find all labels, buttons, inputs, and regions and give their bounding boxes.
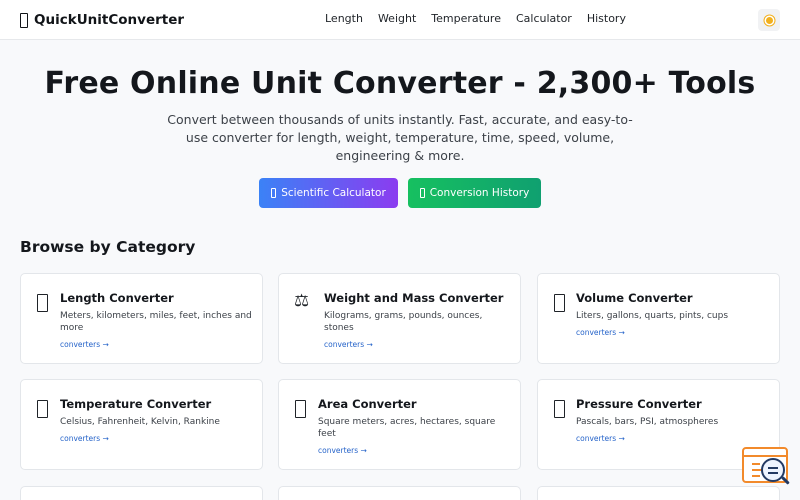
- calculator-icon: [271, 188, 277, 198]
- gauge-icon: [554, 400, 565, 418]
- main-nav: Length Weight Temperature Calculator His…: [325, 12, 626, 28]
- card-title: Volume Converter: [576, 291, 693, 305]
- top-navbar: QuickUnitConverter Length Weight Tempera…: [0, 0, 800, 40]
- magnifier-handle: [781, 476, 790, 485]
- card-volume-converter[interactable]: Volume Converter Liters, gallons, quarts…: [537, 273, 780, 364]
- card-temperature-converter[interactable]: Temperature Converter Celsius, Fahrenhei…: [20, 379, 263, 470]
- history-icon: [419, 188, 425, 198]
- converters-link[interactable]: converters →: [324, 340, 373, 349]
- nav-history[interactable]: History: [587, 12, 626, 28]
- beaker-icon: [554, 294, 565, 312]
- card-area-converter[interactable]: Area Converter Square meters, acres, hec…: [278, 379, 521, 470]
- scientific-calculator-button[interactable]: Scientific Calculator: [259, 178, 398, 208]
- card-title: Area Converter: [318, 397, 417, 411]
- card-title: Length Converter: [60, 291, 174, 305]
- card-weight-converter[interactable]: ⚖ Weight and Mass Converter Kilograms, g…: [278, 273, 521, 364]
- ruler-icon: [20, 12, 28, 28]
- category-section-title: Browse by Category: [20, 238, 196, 256]
- card-description: Liters, gallons, quarts, pints, cups: [576, 311, 729, 321]
- card-length-converter[interactable]: Length Converter Meters, kilometers, mil…: [20, 273, 263, 364]
- converters-link[interactable]: converters →: [60, 434, 109, 443]
- hero-subtitle: Convert between thousands of units insta…: [167, 112, 633, 163]
- card-title: Temperature Converter: [60, 397, 212, 411]
- scientific-calculator-label: Scientific Calculator: [281, 187, 386, 199]
- brand-logo[interactable]: QuickUnitConverter: [20, 11, 184, 29]
- converters-link[interactable]: converters →: [318, 446, 367, 455]
- card-description: Celsius, Fahrenheit, Kelvin, Rankine: [60, 417, 220, 427]
- brand-name: QuickUnitConverter: [34, 12, 185, 28]
- nav-weight[interactable]: Weight: [378, 12, 416, 28]
- card-description: Meters, kilometers, miles, feet, inches …: [60, 311, 252, 333]
- converters-link[interactable]: converters →: [576, 328, 625, 337]
- sun-icon: [765, 16, 773, 24]
- card-partial[interactable]: [278, 486, 521, 500]
- card-partial[interactable]: [20, 486, 263, 500]
- floating-search-widget[interactable]: [741, 446, 791, 492]
- converters-link[interactable]: converters →: [60, 340, 109, 349]
- area-icon: [295, 400, 306, 418]
- card-description: Pascals, bars, PSI, atmospheres: [576, 417, 719, 427]
- card-title: Pressure Converter: [576, 397, 702, 411]
- converters-link[interactable]: converters →: [576, 434, 625, 443]
- card-title: Weight and Mass Converter: [324, 291, 504, 305]
- nav-length[interactable]: Length: [325, 12, 363, 28]
- nav-temperature[interactable]: Temperature: [431, 12, 501, 28]
- page-title: Free Online Unit Converter - 2,300+ Tool…: [44, 66, 756, 101]
- thermometer-icon: [37, 400, 48, 418]
- theme-toggle-button[interactable]: [758, 9, 780, 31]
- conversion-history-label: Conversion History: [429, 187, 530, 199]
- card-description: Square meters, acres, hectares, square f…: [318, 417, 496, 439]
- card-description: Kilograms, grams, pounds, ounces, stones: [324, 311, 483, 333]
- ruler-icon: [37, 294, 48, 312]
- conversion-history-button[interactable]: Conversion History: [408, 178, 541, 208]
- nav-calculator[interactable]: Calculator: [516, 12, 572, 28]
- scale-icon: ⚖: [294, 291, 310, 311]
